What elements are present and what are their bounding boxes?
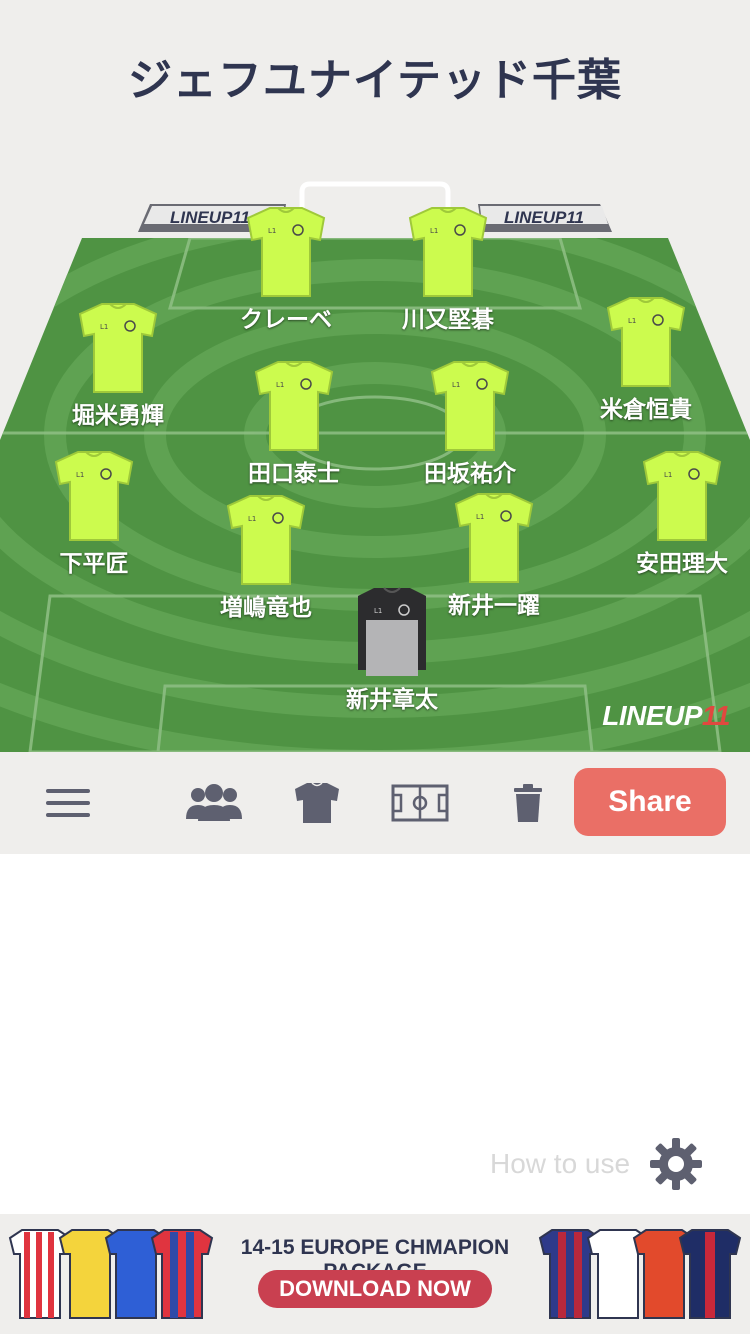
svg-text:L1: L1 xyxy=(100,323,108,331)
player-name: 新井章太 xyxy=(346,687,438,713)
trash-icon xyxy=(514,784,542,822)
share-button[interactable]: Share xyxy=(574,768,726,836)
svg-text:L1: L1 xyxy=(476,513,484,521)
player-slot-1[interactable]: L1 クレーベ xyxy=(216,206,356,334)
svg-text:L1: L1 xyxy=(374,607,382,615)
lineup-board: ジェフユナイテッド千葉 LINEUP11 LINEUP11 L1 クレーベ L1… xyxy=(0,0,750,752)
shirt-icon xyxy=(295,782,339,823)
player-kit-icon: L1 xyxy=(246,207,326,297)
player-name: 田口泰士 xyxy=(248,461,340,487)
player-slot-7[interactable]: L1 下平匠 xyxy=(24,450,164,578)
pitch-button[interactable] xyxy=(388,774,452,832)
bottom-toolbar: Share xyxy=(0,752,750,854)
how-to-use-label: How to use xyxy=(490,1148,631,1179)
goalkeeper-kit-icon: L1 xyxy=(358,587,426,676)
player-kit-icon: L1 xyxy=(54,451,134,541)
player-slot-4[interactable]: L1 米倉恒貴 xyxy=(576,296,716,424)
player-name: クレーベ xyxy=(240,307,332,333)
player-kit-icon: L1 xyxy=(454,493,534,583)
player-slot-3[interactable]: L1 堀米勇輝 xyxy=(48,302,188,430)
player-name: 増嶋竜也 xyxy=(220,595,312,621)
delete-button[interactable] xyxy=(506,774,550,832)
player-kit-icon: L1 xyxy=(226,495,306,585)
players-group-icon xyxy=(186,784,242,821)
kit-button[interactable] xyxy=(288,774,346,832)
ad-banner[interactable]: 14-15 EUROPE CHMAPION PACKAGE DOWNLOAD N… xyxy=(0,1214,750,1334)
svg-text:L1: L1 xyxy=(268,227,276,235)
pitch-icon xyxy=(391,784,449,822)
svg-text:L1: L1 xyxy=(248,515,256,523)
menu-button[interactable] xyxy=(38,774,98,832)
player-slot-5[interactable]: L1 田口泰士 xyxy=(224,360,364,488)
player-name: 田坂祐介 xyxy=(424,461,516,487)
player-kit-icon: L1 xyxy=(642,451,722,541)
svg-text:L1: L1 xyxy=(628,317,636,325)
gear-icon[interactable] xyxy=(648,1136,704,1192)
player-slot-6[interactable]: L1 田坂祐介 xyxy=(400,360,540,488)
player-slot-2[interactable]: L1 川又堅碁 xyxy=(378,206,518,334)
lineup11-watermark: LINEUP11 xyxy=(602,700,730,731)
player-name: 堀米勇輝 xyxy=(72,403,164,429)
player-kit-icon: L1 xyxy=(78,303,158,393)
svg-text:L1: L1 xyxy=(430,227,438,235)
player-slot-goalkeeper[interactable]: L1 新井章太 xyxy=(322,586,462,714)
player-kit-icon: L1 xyxy=(606,297,686,387)
svg-text:L1: L1 xyxy=(76,471,84,479)
player-kit-icon: L1 xyxy=(254,361,334,451)
player-kit-icon: L1 xyxy=(430,361,510,451)
ad-kit-right-4 xyxy=(678,1229,742,1319)
player-kit-icon: L1 xyxy=(408,207,488,297)
svg-text:L1: L1 xyxy=(452,381,460,389)
svg-text:L1: L1 xyxy=(664,471,672,479)
player-name: 川又堅碁 xyxy=(402,307,494,333)
player-slot-9[interactable]: L1 増嶋竜也 xyxy=(196,494,336,622)
player-name: 下平匠 xyxy=(59,551,129,577)
how-to-use-link[interactable]: How to use xyxy=(490,1136,704,1192)
player-name: 安田理大 xyxy=(636,551,728,577)
player-name: 米倉恒貴 xyxy=(600,397,692,423)
player-slot-8[interactable]: L1 安田理大 xyxy=(612,450,750,578)
ad-kit-left-4 xyxy=(150,1229,214,1319)
hamburger-menu-icon xyxy=(46,789,90,817)
download-now-button[interactable]: DOWNLOAD NOW xyxy=(258,1270,492,1308)
players-button[interactable] xyxy=(182,774,246,832)
svg-text:L1: L1 xyxy=(276,381,284,389)
